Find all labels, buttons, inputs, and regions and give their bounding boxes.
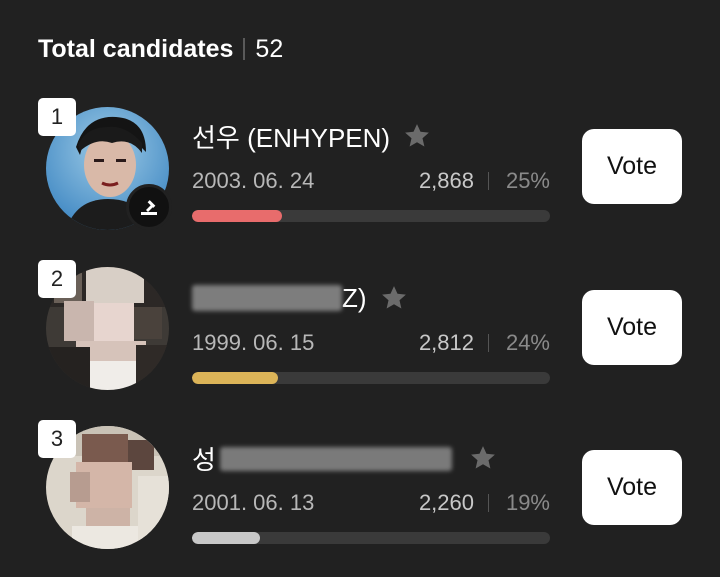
- vote-count: 2,260: [418, 490, 474, 515]
- redaction-block: [192, 285, 342, 311]
- candidate-birthdate: 2003. 06. 24: [192, 168, 315, 193]
- candidate-name: Z): [342, 282, 367, 313]
- vote-percent: 19%: [505, 490, 550, 515]
- rank-badge: 2: [38, 260, 76, 298]
- rank-badge: 1: [38, 98, 76, 136]
- vote-percent: 25%: [505, 168, 550, 193]
- redaction-block: [219, 447, 452, 471]
- name-redaction: [216, 441, 456, 475]
- name-redaction: [192, 281, 342, 315]
- total-candidates-header: Total candidates 52: [38, 30, 283, 68]
- vote-page: Total candidates 52 1 선우 (ENHYPEN) 2003.…: [0, 0, 720, 577]
- favorite-star-icon[interactable]: [402, 121, 432, 151]
- candidate-birthdate: 2001. 06. 13: [192, 490, 315, 515]
- vote-progress-bar: [192, 210, 550, 222]
- total-candidates-count: 52: [255, 34, 284, 63]
- candidate-name-row: 선우 (ENHYPEN): [192, 116, 432, 156]
- stat-divider: [488, 494, 489, 512]
- vote-button[interactable]: Vote: [582, 129, 682, 204]
- vote-progress-fill: [192, 372, 278, 384]
- stat-divider: [488, 172, 489, 190]
- vote-percent: 24%: [505, 330, 550, 355]
- favorite-star-icon[interactable]: [468, 443, 498, 473]
- vote-stamp-icon: [126, 184, 172, 230]
- candidate-name: 성: [192, 444, 216, 475]
- vote-progress-bar: [192, 372, 550, 384]
- stat-divider: [488, 334, 489, 352]
- vote-progress-fill: [192, 210, 282, 222]
- header-divider: [243, 38, 246, 60]
- candidate-row: 3 성 2001. 06. 13 2,260 19% Vote: [0, 416, 720, 556]
- vote-button[interactable]: Vote: [582, 290, 682, 365]
- candidate-name-row: Z): [192, 278, 409, 318]
- vote-count: 2,868: [418, 168, 474, 193]
- vote-progress-fill: [192, 532, 261, 544]
- candidate-name: 선우 (ENHYPEN): [192, 122, 391, 153]
- rank-badge: 3: [38, 420, 76, 458]
- total-candidates-label: Total candidates: [38, 34, 234, 63]
- vote-button[interactable]: Vote: [582, 450, 682, 525]
- candidate-row: 1 선우 (ENHYPEN) 2003. 06. 24 2,868 25% Vo…: [0, 96, 720, 236]
- candidate-name-row: 성: [192, 438, 498, 478]
- favorite-star-icon[interactable]: [379, 283, 409, 313]
- vote-count: 2,812: [418, 330, 474, 355]
- vote-progress-bar: [192, 532, 550, 544]
- candidate-birthdate: 1999. 06. 15: [192, 330, 315, 355]
- candidate-row: 2 Z) 1999. 06. 15 2,812 24% Vote: [0, 256, 720, 396]
